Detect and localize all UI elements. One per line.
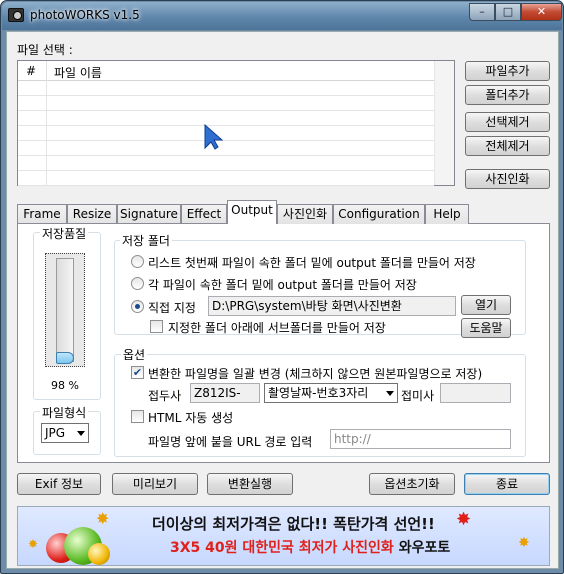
tab-configuration[interactable]: Configuration [333,204,425,224]
output-panel: 저장품질 98 % 파일형식 JPG 저장 폴더 리스트 첫번째 파일이 속한 … [17,223,550,463]
camera-icon [8,8,24,22]
tab-output[interactable]: Output [227,200,277,224]
html-label: HTML 자동 생성 [148,411,234,425]
tab-photo-print[interactable]: 사진인화 [277,204,333,224]
help-button[interactable]: 도움말 [461,318,511,338]
banner-headline: 더이상의 최저가격은 없다!! 폭탄가격 선언!! [152,515,435,533]
column-divider [46,111,47,126]
column-divider [46,156,47,171]
rename-label: 변환한 파일명을 일괄 변경 (체크하지 않으면 원본파일명으로 저장) [148,367,483,381]
cursor-arrow-icon [204,124,224,150]
options-title: 옵션 [121,346,148,363]
title-bar[interactable]: photoWORKS v1.5 – □ ✕ [2,2,562,30]
banner-brand: 와우포토 [398,540,451,556]
sparkle-icon: ✸ [518,535,530,551]
minimize-button[interactable]: – [469,3,495,21]
suffix-label: 접미사 [401,389,435,403]
window-title: photoWORKS v1.5 [30,8,140,22]
rename-checkbox[interactable]: ✔ [131,366,144,379]
remove-all-button[interactable]: 전체제거 [465,136,550,156]
tab-signature[interactable]: Signature [117,204,181,224]
subfolder-label: 지정한 폴더 아래에 서브폴더를 만들어 저장 [168,321,386,335]
banner-subline: 3X5 40원 대한민국 최저가 사진인화 와우포토 [170,537,450,557]
prefix-field[interactable]: Z812IS- [190,383,260,403]
tab-help[interactable]: Help [425,204,469,224]
file-list-header: # 파일 이름 [18,61,434,81]
photo-print-button[interactable]: 사진인화 [465,169,550,189]
html-checkbox[interactable] [131,410,144,423]
sparkle-icon: ✸ [28,537,39,551]
rename-pattern-value: 촬영날짜-번호3자리 [268,386,369,400]
close-button[interactable]: ✕ [521,3,562,21]
list-scrollbar[interactable] [434,61,454,185]
radio-each-file-folder[interactable] [131,277,144,290]
quality-value: 98 % [51,379,79,392]
subfolder-checkbox[interactable] [150,320,163,333]
table-row[interactable] [18,156,434,171]
table-row[interactable] [18,96,434,111]
format-select[interactable]: JPG [41,423,89,443]
url-field[interactable]: http:// [330,429,511,449]
maximize-button[interactable]: □ [495,3,521,21]
sparkle-icon: ✸ [456,509,472,530]
url-label: 파일명 앞에 붙을 URL 경로 입력 [148,435,313,449]
file-select-label: 파일 선택 : [17,43,73,57]
table-row[interactable] [18,171,434,186]
preview-button[interactable]: 미리보기 [112,473,198,495]
tab-effect[interactable]: Effect [181,204,227,224]
exit-button[interactable]: 종료 [464,473,550,495]
radio-first-file-folder[interactable] [131,255,144,268]
tab-frame[interactable]: Frame [17,204,67,224]
ornament-yellow-icon [88,543,110,565]
save-folder-title: 저장 폴더 [120,232,172,249]
column-divider [46,126,47,141]
slider-thumb[interactable] [56,352,74,364]
client-area: 파일 선택 : # 파일 이름 파일추가 폴더추가 선택제거 전체제거 사진인화… [6,31,559,569]
tab-resize[interactable]: Resize [67,204,117,224]
radio-custom-folder[interactable] [131,300,144,313]
chevron-down-icon [77,431,85,436]
quality-slider[interactable] [45,253,85,367]
table-row[interactable] [18,126,434,141]
table-row[interactable] [18,141,434,156]
file-list-rows [18,81,434,186]
exif-info-button[interactable]: Exif 정보 [17,473,101,495]
convert-button[interactable]: 변환실행 [207,473,293,495]
suffix-field[interactable] [440,383,511,403]
column-divider [46,81,47,96]
radio-each-file-folder-label: 각 파일이 속한 폴더 밑에 output 폴더를 만들어 저장 [148,278,417,292]
open-folder-button[interactable]: 열기 [461,295,511,315]
table-row[interactable] [18,111,434,126]
radio-first-file-folder-label: 리스트 첫번째 파일이 속한 폴더 밑에 output 폴더를 만들어 저장 [148,256,476,270]
rename-pattern-select[interactable]: 촬영날짜-번호3자리 [264,383,398,403]
add-folder-button[interactable]: 폴더추가 [465,85,550,105]
table-row[interactable] [18,81,434,96]
prefix-label: 접두사 [148,389,182,403]
quality-title: 저장품질 [40,225,89,242]
file-list[interactable]: # 파일 이름 [17,60,455,186]
folder-path-field[interactable]: D:\PRG\system\바탕 화면\사진변환 [208,296,456,316]
format-selected: JPG [45,426,66,440]
sparkle-icon: ✸ [96,509,110,528]
ad-banner[interactable]: ✸ ✸ ✸ ✸ 더이상의 최저가격은 없다!! 폭탄가격 선언!! 3X5 40… [17,506,550,566]
column-divider [46,96,47,111]
column-divider [46,141,47,156]
column-divider [46,61,47,81]
column-filename[interactable]: 파일 이름 [54,64,102,81]
banner-subline-red: 3X5 40원 대한민국 최저가 사진인화 [170,540,394,556]
column-number[interactable]: # [26,64,36,78]
column-divider [46,171,47,186]
app-window: photoWORKS v1.5 – □ ✕ 파일 선택 : # 파일 이름 파일… [0,0,564,574]
add-file-button[interactable]: 파일추가 [465,61,550,81]
radio-custom-folder-label: 직접 지정 [148,301,196,315]
slider-track [56,258,74,362]
chevron-down-icon [386,391,394,396]
reset-options-button[interactable]: 옵션초기화 [369,473,455,495]
remove-selected-button[interactable]: 선택제거 [465,112,550,132]
format-title: 파일형식 [40,404,89,421]
